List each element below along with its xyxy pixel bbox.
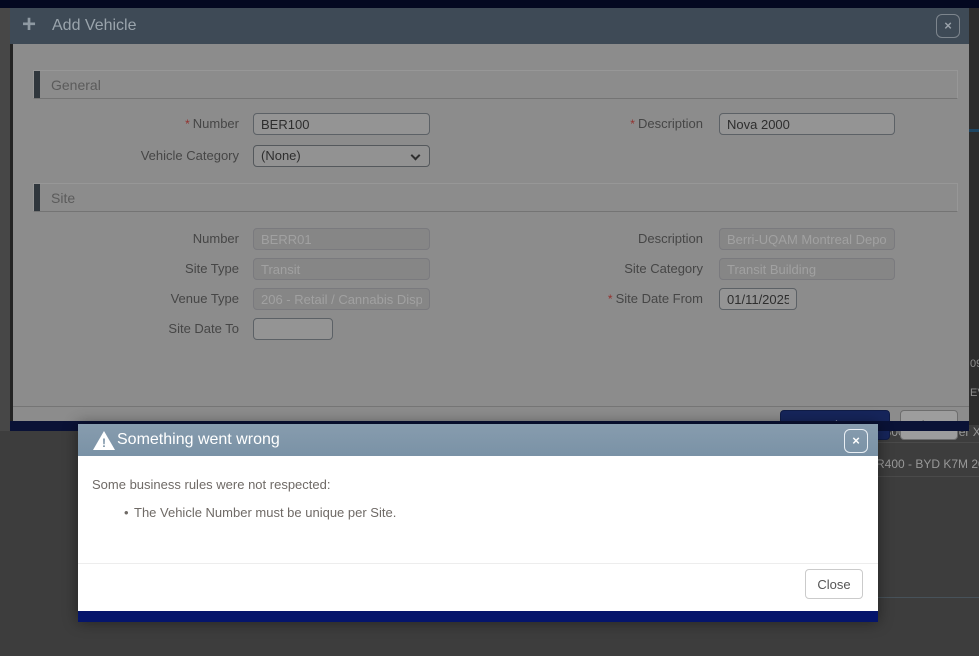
general-section-header: General — [33, 70, 958, 99]
bullet-marker: • — [124, 505, 129, 520]
number-field[interactable] — [253, 113, 430, 135]
error-message: Some business rules were not respected: — [92, 477, 330, 492]
required-marker: * — [608, 292, 613, 306]
number-label: *Number — [33, 113, 239, 135]
background-text-fragment: 09 — [970, 358, 979, 370]
site-section-title: Site — [51, 190, 75, 206]
required-marker: * — [630, 117, 635, 131]
general-section-title: General — [51, 77, 101, 93]
section-accent-bar — [34, 184, 40, 211]
background-row-divider — [878, 476, 979, 477]
site-number-field — [253, 228, 430, 250]
description-field[interactable] — [719, 113, 895, 135]
error-dialog: ! Something went wrong × Some business r… — [78, 424, 878, 622]
error-close-button[interactable]: Close — [805, 569, 863, 599]
site-date-to-field[interactable] — [253, 318, 333, 340]
error-dialog-header: ! Something went wrong × — [78, 424, 878, 456]
warning-icon: ! — [93, 431, 115, 450]
background-highlight-line — [969, 129, 979, 132]
site-date-from-field[interactable] — [719, 288, 797, 310]
close-icon[interactable]: × — [936, 14, 960, 38]
site-date-to-label: Site Date To — [33, 318, 239, 340]
dialog-bottom-accent — [78, 611, 878, 622]
error-bullet-text: The Vehicle Number must be unique per Si… — [134, 505, 396, 520]
background-content-sliver: 09 EV — [969, 8, 979, 425]
footer-divider — [13, 406, 969, 407]
site-type-label: Site Type — [33, 258, 239, 280]
venue-type-label: Venue Type — [33, 288, 239, 310]
background-text-fragment: EV — [970, 387, 979, 399]
footer-divider — [78, 563, 878, 564]
site-description-label: Description — [463, 228, 703, 250]
venue-type-field — [253, 288, 430, 310]
background-row-divider — [878, 442, 979, 443]
background-row-vehicle: R400 - BYD K7M 2019 — [876, 457, 979, 471]
site-number-label: Number — [33, 228, 239, 250]
section-accent-bar — [34, 71, 40, 98]
chevron-down-icon — [411, 151, 421, 161]
add-vehicle-dialog-title: Add Vehicle — [52, 17, 137, 35]
background-faint-divider — [878, 597, 979, 598]
add-icon: + — [22, 11, 36, 39]
page: 09 EV R300 - New Flyer XE40 R400 - BYD K… — [0, 0, 979, 656]
page-left-sliver — [0, 8, 10, 431]
page-top-strip — [0, 0, 979, 8]
required-marker: * — [185, 117, 190, 131]
add-vehicle-dialog: + Add Vehicle × General *Number *Descrip… — [10, 8, 969, 431]
description-label: *Description — [463, 113, 703, 135]
site-type-field — [253, 258, 430, 280]
vehicle-category-select[interactable]: (None) — [253, 145, 430, 167]
site-date-from-label: *Site Date From — [463, 288, 703, 310]
add-vehicle-dialog-header: + Add Vehicle × — [10, 8, 969, 44]
site-category-field — [719, 258, 895, 280]
site-section-header: Site — [33, 183, 958, 212]
close-icon[interactable]: × — [844, 429, 868, 453]
error-dialog-title: Something went wrong — [117, 431, 280, 449]
site-category-label: Site Category — [463, 258, 703, 280]
site-description-field — [719, 228, 895, 250]
vehicle-category-label: Vehicle Category — [33, 145, 239, 167]
add-vehicle-dialog-body: General *Number *Description Vehicle Cat… — [10, 44, 969, 421]
